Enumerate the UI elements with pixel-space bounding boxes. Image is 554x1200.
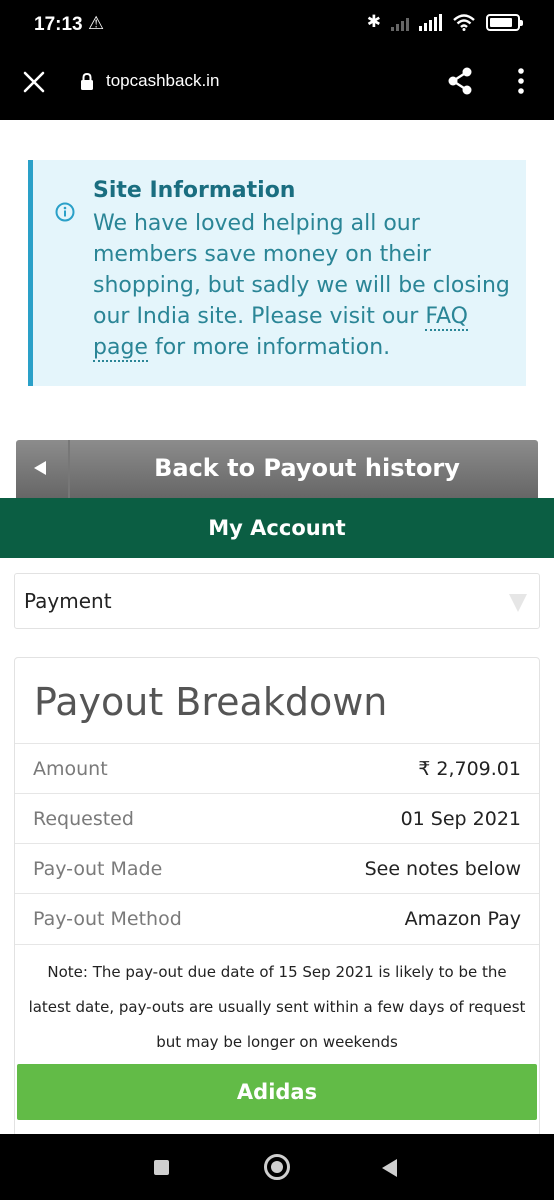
bluetooth-icon: ✱: [366, 12, 381, 32]
lock-icon: [81, 72, 93, 90]
row-value: See notes below: [364, 858, 521, 880]
close-icon[interactable]: [22, 70, 46, 94]
wifi-icon: [453, 14, 475, 31]
info-icon: [55, 202, 75, 222]
dropdown-arrow-icon: [509, 594, 527, 612]
row-label: Amount: [33, 758, 108, 780]
share-icon[interactable]: [446, 66, 474, 96]
recent-apps-icon[interactable]: [154, 1160, 169, 1175]
home-icon[interactable]: [264, 1154, 290, 1180]
status-time: 17:13: [34, 14, 83, 35]
info-body-suffix: for more information.: [147, 335, 391, 360]
back-button-label: Back to Payout history: [154, 454, 460, 482]
battery-icon: [486, 13, 523, 31]
row-label: Pay-out Made: [33, 858, 163, 880]
select-value: Payment: [24, 589, 112, 613]
site-info-banner: Site Information We have loved helping a…: [28, 160, 526, 386]
divider: [68, 440, 70, 498]
back-icon[interactable]: [382, 1159, 397, 1177]
table-row: Pay-out Made See notes below: [15, 843, 539, 893]
signal-icon-sim1: [391, 13, 409, 31]
back-to-payout-history-button[interactable]: Back to Payout history: [16, 440, 538, 498]
my-account-bar[interactable]: My Account: [0, 498, 554, 558]
browser-toolbar: topcashback.in: [0, 52, 554, 120]
row-label: Requested: [33, 808, 134, 830]
status-bar: 17:13 ⚠ ✱: [0, 0, 554, 52]
row-value: Amazon Pay: [404, 908, 521, 930]
table-row: Amount ₹ 2,709.01: [15, 743, 539, 793]
info-title: Site Information: [93, 178, 296, 203]
page-title: Payout Breakdown: [34, 680, 388, 724]
info-body: We have loved helping all our members sa…: [93, 208, 513, 363]
warning-icon: ⚠: [88, 13, 105, 34]
row-value: ₹ 2,709.01: [418, 758, 521, 780]
table-row: Pay-out Method Amazon Pay: [15, 893, 539, 943]
url-text[interactable]: topcashback.in: [106, 71, 219, 91]
payout-breakdown-card: Payout Breakdown Amount ₹ 2,709.01 Reque…: [14, 657, 540, 1137]
table-row: Requested 01 Sep 2021: [15, 793, 539, 843]
back-arrow-icon: [34, 461, 46, 475]
row-label: Pay-out Method: [33, 908, 182, 930]
system-nav-bar: [0, 1134, 554, 1200]
payout-note: Note: The pay-out due date of 15 Sep 202…: [15, 944, 539, 1060]
more-options-icon[interactable]: [512, 66, 530, 96]
battery-fill: [490, 17, 512, 27]
retailer-button-adidas[interactable]: Adidas: [17, 1064, 537, 1120]
signal-icon-sim2: [419, 13, 442, 31]
account-section-select[interactable]: Payment: [14, 573, 540, 629]
row-value: 01 Sep 2021: [400, 808, 521, 830]
